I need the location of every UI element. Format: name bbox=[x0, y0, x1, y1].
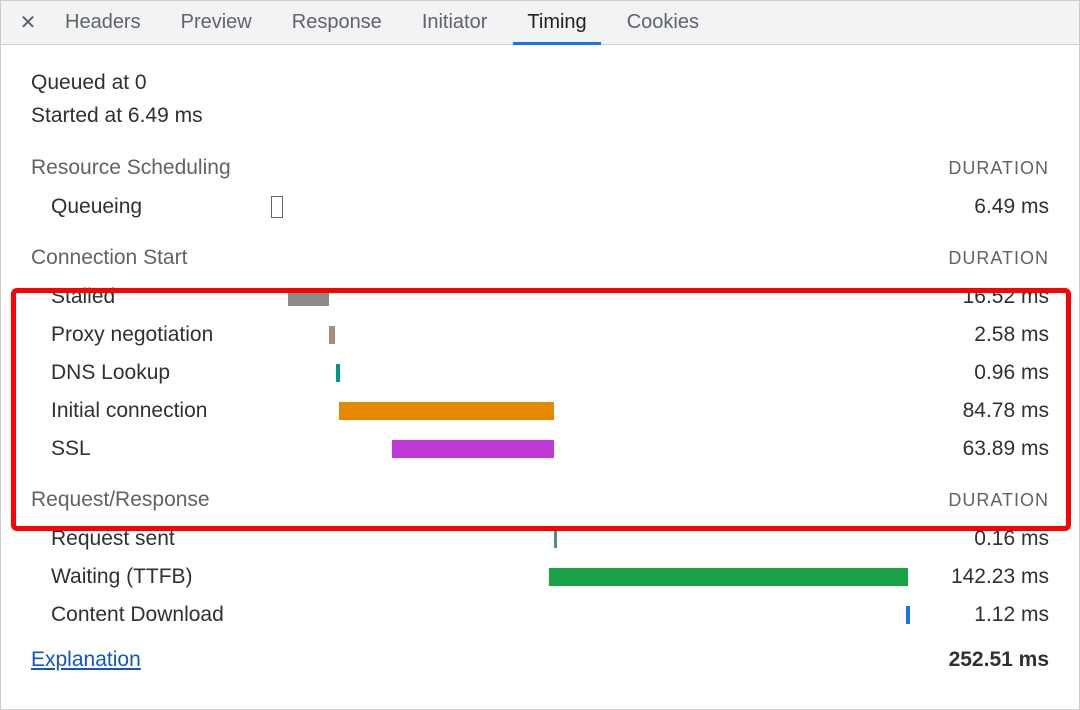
timing-row-value: 16.52 ms bbox=[909, 285, 1049, 309]
duration-column-label: DURATION bbox=[948, 490, 1049, 511]
timing-row-label: Waiting (TTFB) bbox=[31, 565, 271, 589]
timing-row: Content Download 1.12 ms bbox=[31, 596, 1049, 634]
timing-row-value: 84.78 ms bbox=[909, 399, 1049, 423]
section-resource-scheduling: Resource Scheduling DURATION bbox=[31, 150, 1049, 188]
timing-bar-cell bbox=[271, 606, 909, 624]
timing-footer: Explanation 252.51 ms bbox=[31, 634, 1049, 672]
timing-row-label: Queueing bbox=[31, 195, 271, 219]
queue-info: Queued at 0 Started at 6.49 ms bbox=[31, 45, 1049, 150]
timing-bar-cell bbox=[271, 364, 909, 382]
timing-row-label: Stalled bbox=[31, 285, 271, 309]
timing-bar-cell bbox=[271, 402, 909, 420]
timing-bar-cell bbox=[271, 530, 909, 548]
timing-row-label: SSL bbox=[31, 437, 271, 461]
tab-bar: ✕ Headers Preview Response Initiator Tim… bbox=[1, 1, 1079, 45]
started-at-text: Started at 6.49 ms bbox=[31, 100, 1049, 133]
timing-row: Initial connection 84.78 ms bbox=[31, 392, 1049, 430]
tab-cookies[interactable]: Cookies bbox=[607, 1, 719, 44]
timing-row: Request sent 0.16 ms bbox=[31, 520, 1049, 558]
explanation-link[interactable]: Explanation bbox=[31, 648, 141, 672]
timing-bar-cell bbox=[271, 568, 909, 586]
total-duration: 252.51 ms bbox=[949, 648, 1049, 672]
timing-bar bbox=[549, 568, 908, 586]
timing-bar-cell bbox=[271, 288, 909, 306]
tab-headers[interactable]: Headers bbox=[45, 1, 161, 44]
section-title: Connection Start bbox=[31, 246, 187, 270]
timing-row: Stalled 16.52 ms bbox=[31, 278, 1049, 316]
tab-timing[interactable]: Timing bbox=[507, 1, 606, 44]
section-connection-start: Connection Start DURATION bbox=[31, 240, 1049, 278]
rows-request-response: Request sent 0.16 ms Waiting (TTFB) 142.23 … bbox=[31, 520, 1049, 634]
timing-bar bbox=[906, 606, 910, 624]
queued-at-text: Queued at 0 bbox=[31, 67, 1049, 100]
close-icon[interactable]: ✕ bbox=[11, 1, 45, 44]
timing-bar bbox=[392, 440, 553, 458]
timing-row-label: Proxy negotiation bbox=[31, 323, 271, 347]
timing-bar bbox=[271, 196, 283, 218]
timing-bar bbox=[339, 402, 553, 420]
section-request-response: Request/Response DURATION bbox=[31, 482, 1049, 520]
timing-row: Proxy negotiation 2.58 ms bbox=[31, 316, 1049, 354]
rows-connection-start: Stalled 16.52 ms Proxy negotiation 2.58 ms D… bbox=[31, 278, 1049, 468]
timing-body: Queued at 0 Started at 6.49 ms Resource … bbox=[1, 45, 1079, 709]
timing-row-value: 142.23 ms bbox=[909, 565, 1049, 589]
timing-row-value: 6.49 ms bbox=[909, 195, 1049, 219]
tab-initiator[interactable]: Initiator bbox=[402, 1, 508, 44]
timing-row-value: 0.96 ms bbox=[909, 361, 1049, 385]
timing-row-label: Initial connection bbox=[31, 399, 271, 423]
timing-row-value: 2.58 ms bbox=[909, 323, 1049, 347]
timing-row: DNS Lookup 0.96 ms bbox=[31, 354, 1049, 392]
section-title: Resource Scheduling bbox=[31, 156, 231, 180]
duration-column-label: DURATION bbox=[948, 248, 1049, 269]
timing-row-value: 0.16 ms bbox=[909, 527, 1049, 551]
timing-row-label: DNS Lookup bbox=[31, 361, 271, 385]
timing-bar bbox=[288, 288, 329, 306]
duration-column-label: DURATION bbox=[948, 158, 1049, 179]
timing-row-value: 1.12 ms bbox=[909, 603, 1049, 627]
timing-panel: ✕ Headers Preview Response Initiator Tim… bbox=[0, 0, 1080, 710]
timing-bar-cell bbox=[271, 198, 909, 216]
timing-bar bbox=[329, 326, 335, 344]
section-title: Request/Response bbox=[31, 488, 210, 512]
timing-bar bbox=[554, 530, 557, 548]
rows-resource-scheduling: Queueing 6.49 ms bbox=[31, 188, 1049, 226]
timing-bar bbox=[336, 364, 340, 382]
timing-row-value: 63.89 ms bbox=[909, 437, 1049, 461]
timing-row-label: Content Download bbox=[31, 603, 271, 627]
timing-bar-cell bbox=[271, 440, 909, 458]
timing-row: Queueing 6.49 ms bbox=[31, 188, 1049, 226]
timing-row: SSL 63.89 ms bbox=[31, 430, 1049, 468]
tab-response[interactable]: Response bbox=[272, 1, 402, 44]
timing-bar-cell bbox=[271, 326, 909, 344]
timing-row: Waiting (TTFB) 142.23 ms bbox=[31, 558, 1049, 596]
timing-row-label: Request sent bbox=[31, 527, 271, 551]
tab-preview[interactable]: Preview bbox=[161, 1, 272, 44]
